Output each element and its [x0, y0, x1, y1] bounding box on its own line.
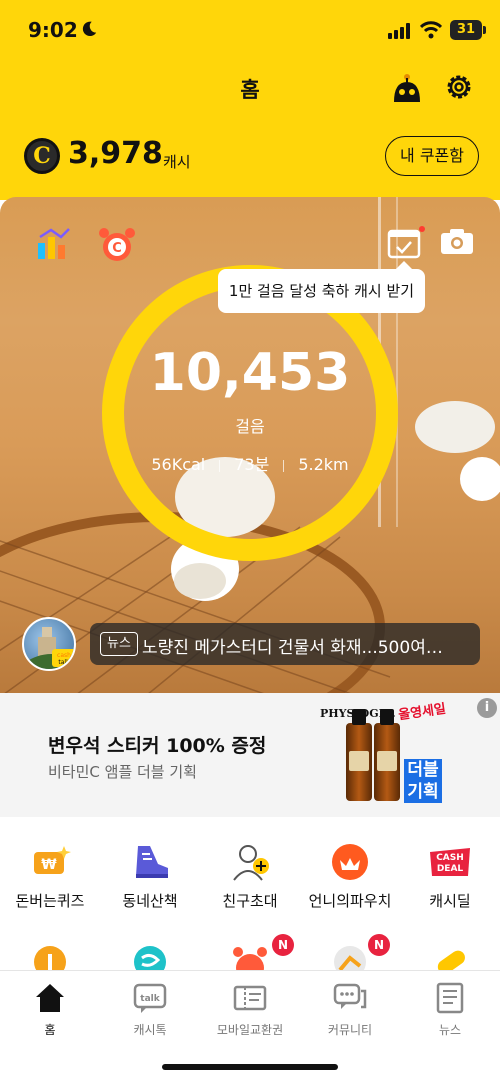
menu-label: 돈버는퀴즈: [15, 892, 85, 910]
menu-item-neighborhood-walk[interactable]: 동네산책: [100, 842, 200, 911]
menu-item-money-quiz[interactable]: ₩ 돈버는퀴즈: [0, 842, 100, 911]
battery-indicator: 31: [450, 20, 486, 40]
minutes-value: 73분: [234, 455, 270, 474]
menu-label: 친구초대: [222, 892, 278, 910]
ad-banner[interactable]: 변우석 스티커 100% 증정 비타민C 앰플 더블 기획 PHYSIOGEL …: [0, 693, 500, 817]
new-badge: N: [368, 934, 390, 956]
new-badge: N: [272, 934, 294, 956]
stats-divider: [283, 459, 285, 472]
invite-friend-icon: [233, 845, 269, 881]
step-stats: 56Kcal 73분 5.2km: [0, 451, 500, 475]
avatar-cash-text: cash: [57, 652, 71, 659]
paw-coin-icon[interactable]: C: [96, 223, 138, 263]
top-area: 9:02 31 홈 C 3,978 캐시 내 쿠폰함: [0, 0, 500, 200]
menu-label: 캐시딜: [429, 892, 471, 910]
cash-coin-icon: C: [24, 138, 60, 174]
tab-community[interactable]: 커뮤니티: [300, 981, 400, 1038]
step-count: 10,453: [149, 343, 351, 403]
menu-item-unni-pouch[interactable]: 언니의파우치: [300, 842, 400, 911]
distance-value: 5.2km: [298, 455, 349, 474]
calories-value: 56Kcal: [151, 455, 206, 474]
cash-deal-icon: CASH DEAL: [430, 848, 470, 876]
home-indicator: [162, 1064, 338, 1070]
wifi-icon: [420, 21, 442, 39]
pouch-icon: [332, 844, 368, 880]
camera-icon[interactable]: [440, 227, 474, 255]
tab-label: 캐시톡: [133, 1023, 167, 1037]
menu-item-invite-friend[interactable]: 친구초대: [200, 842, 300, 911]
moon-icon: [82, 21, 97, 37]
tab-news[interactable]: 뉴스: [400, 981, 500, 1038]
ad-subtitle: 비타민C 앰플 더블 기획: [48, 763, 197, 781]
status-bar: 9:02 31: [0, 0, 500, 60]
ad-title[interactable]: 변우석 스티커 100% 증정: [48, 731, 266, 758]
talk-bubble-text: talk: [140, 994, 160, 1004]
ampoule-bottle-image: [346, 709, 372, 801]
cash-deal-badge-text: CASH: [436, 853, 464, 863]
steps-label: 걸음: [235, 417, 265, 436]
gear-icon[interactable]: [444, 72, 474, 102]
step-reward-tooltip[interactable]: 1만 걸음 달성 축하 캐시 받기: [218, 261, 425, 313]
tab-label: 뉴스: [438, 1023, 462, 1037]
quiz-money-icon: ₩: [34, 846, 71, 874]
newspaper-icon: [436, 982, 464, 1014]
ad-sale-badge: 올영세일: [397, 701, 447, 724]
menu-item-cash-deal[interactable]: CASH DEAL 캐시딜: [400, 842, 500, 911]
cash-unit: 캐시: [163, 153, 191, 171]
tab-label: 커뮤니티: [327, 1023, 373, 1037]
tab-label: 모바일교환권: [216, 1023, 284, 1037]
news-tag: 뉴스: [100, 632, 138, 656]
cash-amount[interactable]: 3,978: [68, 136, 163, 171]
cashtalk-avatar[interactable]: cash talk: [22, 617, 76, 671]
tab-mobile-voucher[interactable]: 모바일교환권: [200, 981, 300, 1038]
menu-label: 동네산책: [122, 892, 178, 910]
home-icon: [36, 984, 64, 1012]
voucher-icon: [233, 985, 267, 1011]
stats-divider: [219, 459, 221, 472]
cellular-signal-icon: [388, 23, 410, 39]
news-headline[interactable]: 노량진 메가스터디 건물서 화재...500여…: [142, 633, 443, 658]
talk-bubble-icon: talk: [133, 983, 167, 1013]
bar-chart-icon[interactable]: [36, 225, 72, 261]
calendar-check-icon[interactable]: [387, 225, 427, 261]
sneaker-icon: [136, 846, 168, 878]
menu-label: 언니의파우치: [308, 892, 392, 910]
cash-deal-badge-text: DEAL: [437, 864, 464, 874]
ad-double-ribbon: 더블 기획: [404, 759, 442, 803]
ampoule-bottle-image: [374, 709, 400, 801]
page-title: 홈: [240, 78, 260, 102]
chat-bubbles-icon: [333, 983, 367, 1009]
tab-cashtalk[interactable]: talk 캐시톡: [100, 981, 200, 1038]
tab-label: 홈: [44, 1023, 56, 1037]
tab-home[interactable]: 홈: [0, 981, 100, 1038]
robot-icon[interactable]: [390, 72, 424, 104]
ad-info-icon[interactable]: i: [477, 698, 497, 718]
status-time: 9:02: [28, 18, 78, 42]
svg-text:₩: ₩: [41, 857, 57, 873]
step-counter-card: C 1만 걸음 달성 축하 캐시 받기 10,453 걸음 56Kcal 73분 5…: [0, 197, 500, 693]
news-ticker[interactable]: 뉴스 노량진 메가스터디 건물서 화재...500여…: [90, 623, 480, 665]
coupon-box-button[interactable]: 내 쿠폰함: [385, 136, 479, 176]
svg-text:C: C: [112, 241, 122, 256]
